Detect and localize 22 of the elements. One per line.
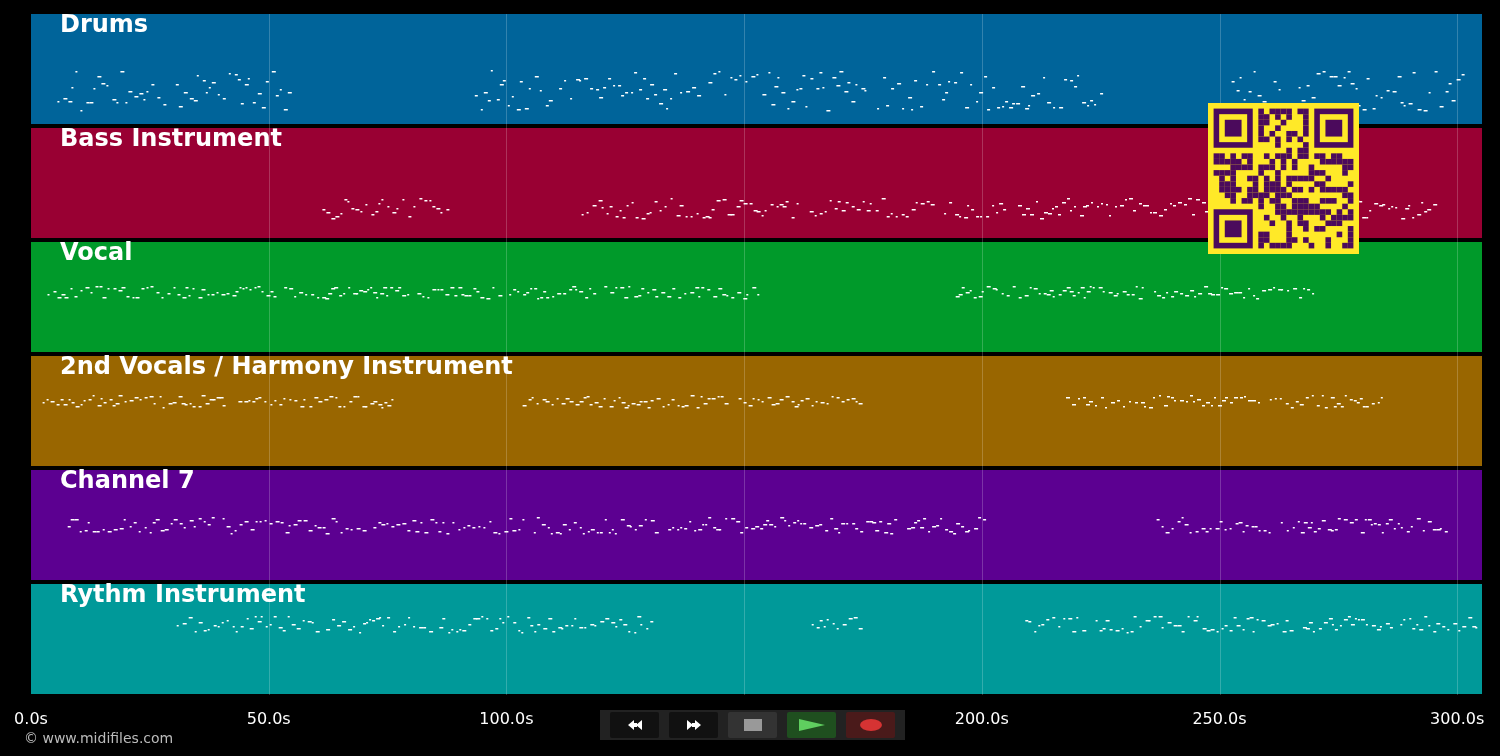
track-name: Channel 7 bbox=[60, 465, 195, 495]
time-label: 50.0s bbox=[246, 708, 291, 730]
play-button[interactable] bbox=[787, 712, 836, 738]
qr-code-icon bbox=[1208, 103, 1359, 254]
play-icon bbox=[797, 718, 826, 732]
track-name: Vocal bbox=[60, 237, 133, 267]
track-name: Bass Instrument bbox=[60, 123, 282, 153]
fast-forward-icon bbox=[684, 718, 703, 732]
track-name: Drums bbox=[60, 9, 149, 39]
record-button[interactable] bbox=[846, 712, 895, 738]
track-name: 2nd Vocals / Harmony Instrument bbox=[60, 351, 513, 381]
time-label: 100.0s bbox=[479, 708, 534, 730]
time-label: 200.0s bbox=[954, 708, 1009, 730]
copyright-text: © www.midifiles.com bbox=[24, 729, 174, 748]
time-label: 250.0s bbox=[1192, 708, 1247, 730]
time-label: 300.0s bbox=[1430, 708, 1485, 730]
fast-forward-button[interactable] bbox=[669, 712, 718, 738]
record-icon bbox=[858, 718, 883, 732]
time-label: 0.0s bbox=[14, 708, 48, 730]
track-name: Rythm Instrument bbox=[60, 579, 306, 609]
stop-button[interactable] bbox=[728, 712, 777, 738]
rewind-button[interactable] bbox=[610, 712, 659, 738]
